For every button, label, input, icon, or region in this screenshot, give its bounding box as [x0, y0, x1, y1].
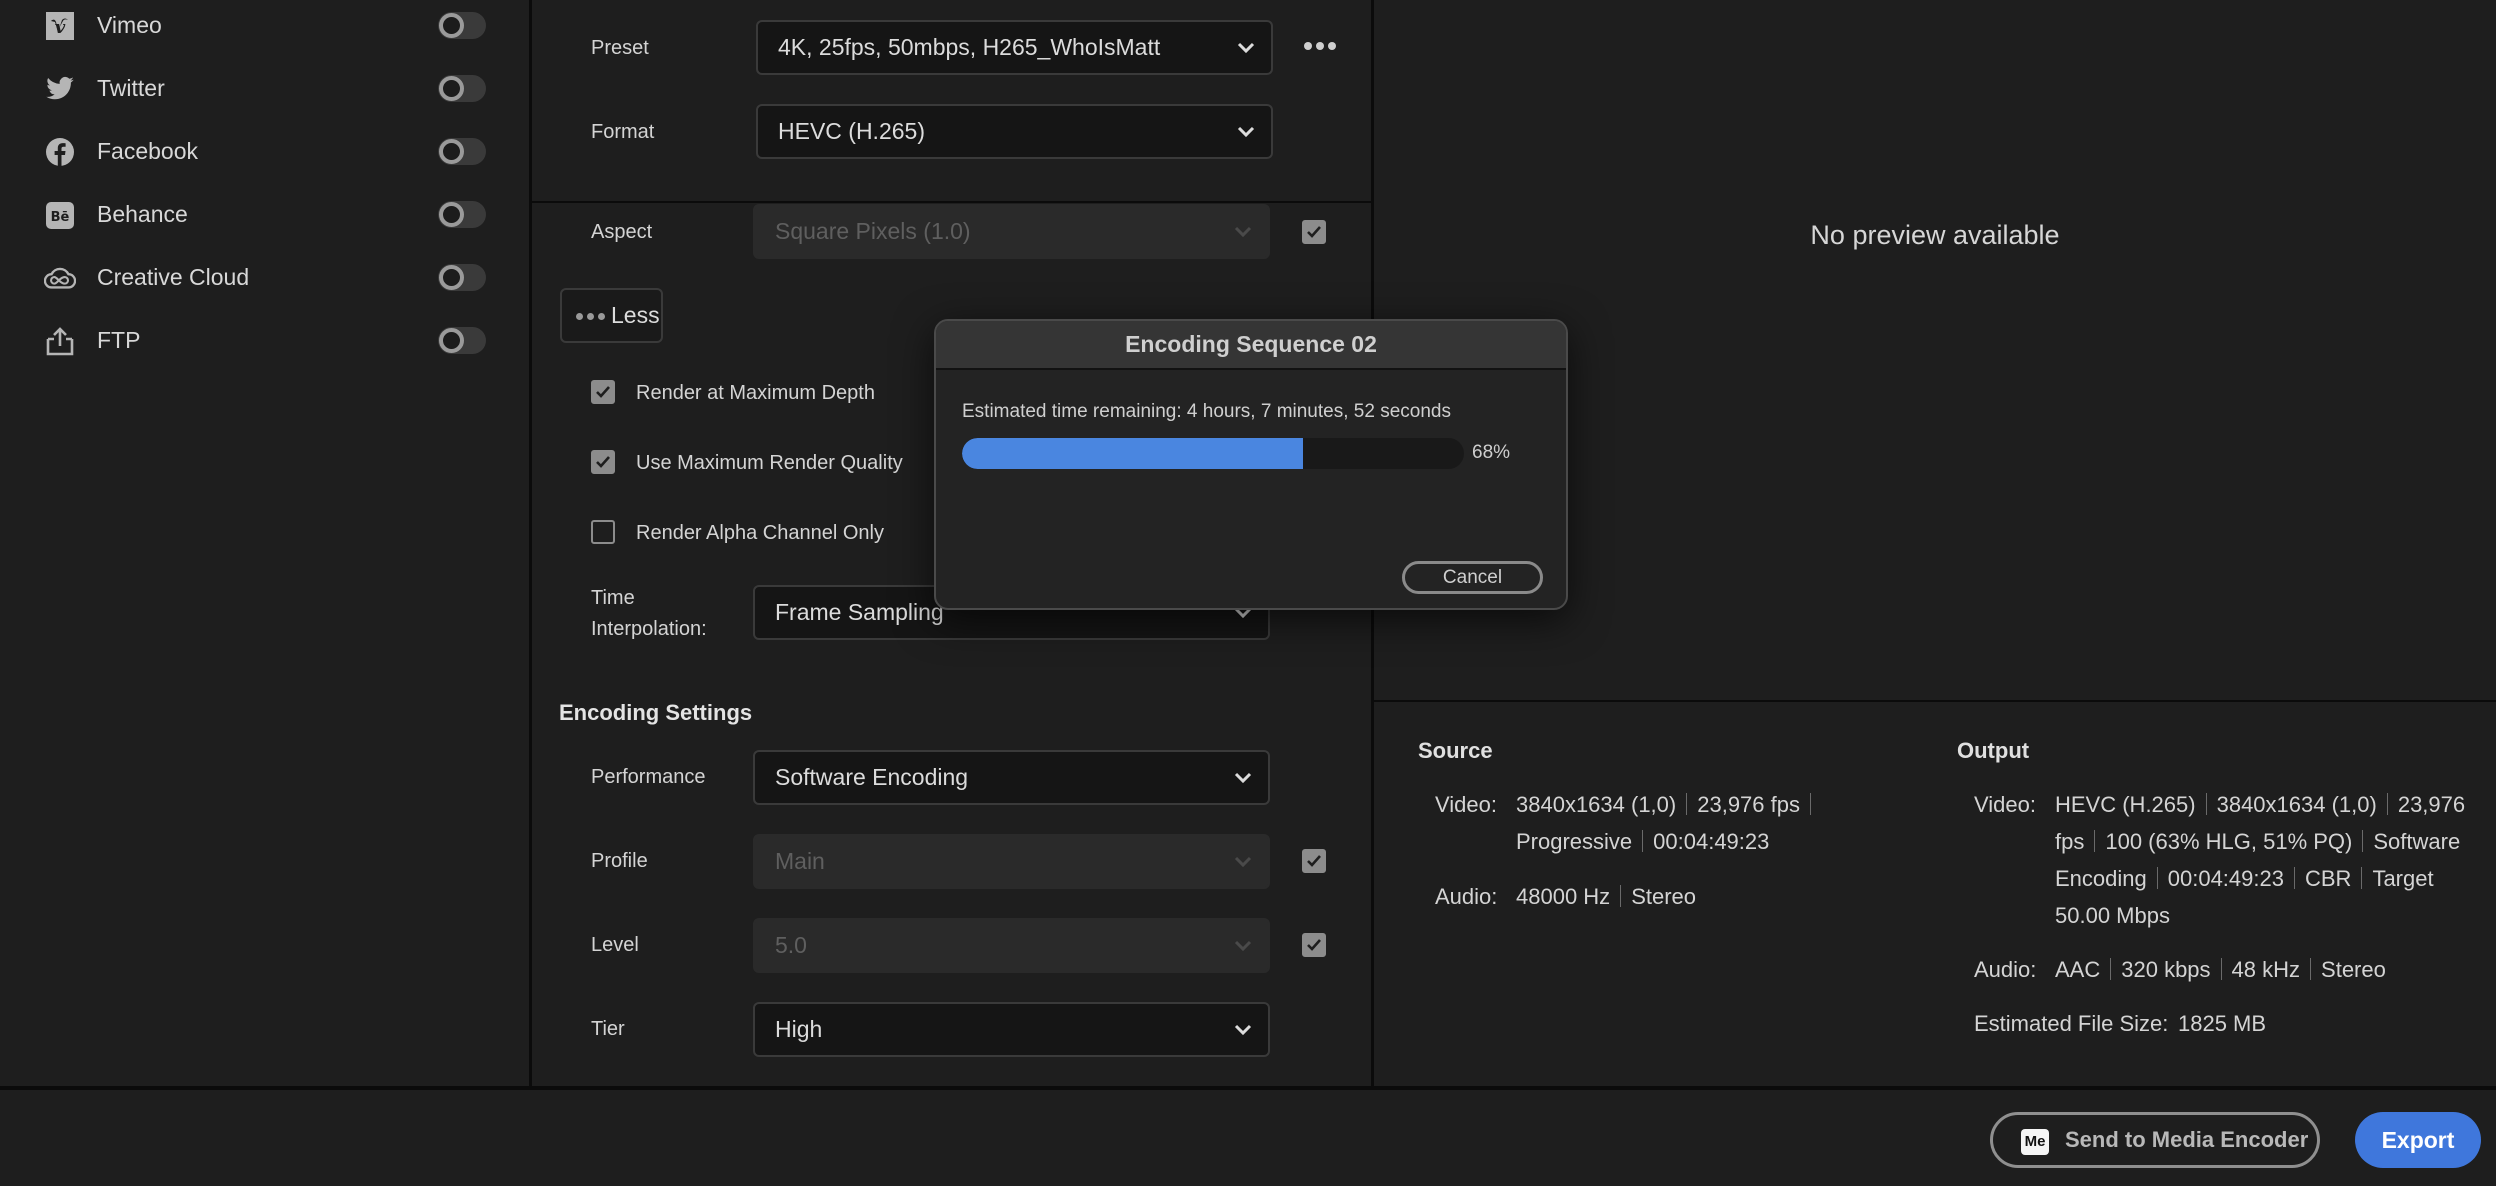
render-alpha-only-checkbox[interactable] — [591, 520, 615, 544]
source-audio-value: 48000 Hz Stereo — [1516, 884, 1697, 909]
profile-match-checkbox[interactable] — [1302, 849, 1326, 873]
preset-dropdown[interactable]: 4K, 25fps, 50mbps, H265_WhoIsMatt — [756, 20, 1273, 75]
profile-dropdown: Main — [753, 834, 1270, 889]
behance-icon: Bē — [44, 199, 76, 231]
export-button[interactable]: Export — [2355, 1112, 2481, 1168]
format-dropdown[interactable]: HEVC (H.265) — [756, 104, 1273, 159]
chevron-down-icon — [1234, 1024, 1252, 1036]
chevron-down-icon — [1237, 126, 1255, 138]
chevron-down-icon — [1234, 856, 1252, 868]
encoding-settings-heading: Encoding Settings — [559, 700, 753, 725]
toggle-knob — [439, 265, 464, 290]
toggle-knob — [439, 328, 464, 353]
no-preview-message: No preview available — [1810, 220, 2060, 250]
vimeo-toggle[interactable] — [438, 12, 486, 39]
less-button[interactable]: Less — [560, 288, 663, 343]
toggle-knob — [439, 139, 464, 164]
render-max-depth-label: Render at Maximum Depth — [636, 382, 875, 404]
destination-twitter[interactable]: Twitter — [0, 63, 529, 113]
destination-vimeo[interactable]: v Vimeo — [0, 0, 529, 50]
progress-bar — [962, 438, 1464, 469]
facebook-icon — [44, 136, 76, 168]
tier-dropdown[interactable]: High — [753, 1002, 1270, 1057]
aspect-match-source-checkbox[interactable] — [1302, 220, 1326, 244]
output-audio-key: Audio: — [1974, 957, 2037, 982]
destination-ftp[interactable]: FTP — [0, 315, 529, 365]
chevron-down-icon — [1234, 772, 1252, 784]
behance-toggle[interactable] — [438, 201, 486, 228]
max-render-quality-label: Use Maximum Render Quality — [636, 452, 903, 474]
level-match-checkbox[interactable] — [1302, 933, 1326, 957]
preset-more-button[interactable] — [1300, 38, 1340, 54]
toggle-knob — [439, 76, 464, 101]
media-encoder-icon: Me — [2021, 1129, 2049, 1155]
section-divider — [532, 201, 1371, 203]
toggle-knob — [439, 13, 464, 38]
preset-label: Preset — [591, 37, 649, 59]
performance-label: Performance — [591, 766, 706, 788]
tier-label: Tier — [591, 1018, 625, 1040]
render-max-depth-checkbox[interactable] — [591, 380, 615, 404]
profile-label: Profile — [591, 850, 648, 872]
destination-creative-cloud[interactable]: Creative Cloud — [0, 252, 529, 302]
max-render-quality-checkbox[interactable] — [591, 450, 615, 474]
checkmark-icon — [1307, 939, 1321, 951]
ellipsis-icon — [576, 313, 605, 320]
time-interpolation-label-2: Interpolation: — [591, 618, 707, 640]
progress-percent: 68% — [1472, 442, 1511, 463]
output-heading: Output — [1957, 738, 2030, 763]
vimeo-icon: v — [44, 10, 76, 42]
creative-cloud-icon — [44, 262, 76, 294]
output-audio-value: AAC 320 kbps 48 kHz Stereo — [2055, 957, 2386, 982]
time-remaining-text: Estimated time remaining: 4 hours, 7 min… — [962, 401, 1451, 422]
estimated-file-size-value: 1825 MB — [2178, 1011, 2267, 1036]
time-interpolation-label-1: Time — [591, 587, 635, 609]
destination-behance[interactable]: Bē Behance — [0, 189, 529, 239]
toggle-knob — [439, 202, 464, 227]
output-video-key: Video: — [1974, 792, 2036, 817]
chevron-down-icon — [1234, 226, 1252, 238]
aspect-label: Aspect — [591, 221, 653, 243]
performance-dropdown[interactable]: Software Encoding — [753, 750, 1270, 805]
source-audio-key: Audio: — [1435, 884, 1498, 909]
cancel-button[interactable]: Cancel — [1402, 561, 1543, 594]
aspect-dropdown: Square Pixels (1.0) — [753, 204, 1270, 259]
level-dropdown: 5.0 — [753, 918, 1270, 973]
chevron-down-icon — [1234, 940, 1252, 952]
source-heading: Source — [1418, 738, 1493, 763]
format-label: Format — [591, 121, 655, 143]
ftp-toggle[interactable] — [438, 327, 486, 354]
svg-text:v: v — [55, 17, 66, 38]
creative-cloud-toggle[interactable] — [438, 264, 486, 291]
facebook-toggle[interactable] — [438, 138, 486, 165]
estimated-file-size-key: Estimated File Size: — [1974, 1011, 2169, 1036]
checkmark-icon — [1307, 226, 1321, 238]
dialog-title: Encoding Sequence 02 — [1125, 331, 1377, 357]
svg-text:Bē: Bē — [51, 210, 70, 225]
checkmark-icon — [596, 386, 610, 398]
destination-facebook[interactable]: Facebook — [0, 126, 529, 176]
preview-divider[interactable] — [1374, 700, 2496, 702]
output-video-value: HEVC (H.265) 3840x1634 (1,0) 23,976 fps 100… — [2055, 792, 2466, 928]
twitter-icon — [44, 73, 76, 105]
render-alpha-only-label: Render Alpha Channel Only — [636, 522, 884, 544]
checkmark-icon — [1307, 855, 1321, 867]
upload-icon — [44, 325, 76, 357]
twitter-toggle[interactable] — [438, 75, 486, 102]
source-video-key: Video: — [1435, 792, 1497, 817]
progress-bar-fill — [962, 438, 1304, 469]
chevron-down-icon — [1237, 42, 1255, 54]
send-to-media-encoder-button[interactable]: Me Send to Media Encoder — [1990, 1112, 2320, 1168]
encoding-progress-dialog: Encoding Sequence 02 Estimated time rema… — [934, 319, 1568, 610]
source-video-value: 3840x1634 (1,0) 23,976 fps Progressive 00:… — [1516, 786, 1821, 860]
checkmark-icon — [596, 456, 610, 468]
level-label: Level — [591, 934, 639, 956]
